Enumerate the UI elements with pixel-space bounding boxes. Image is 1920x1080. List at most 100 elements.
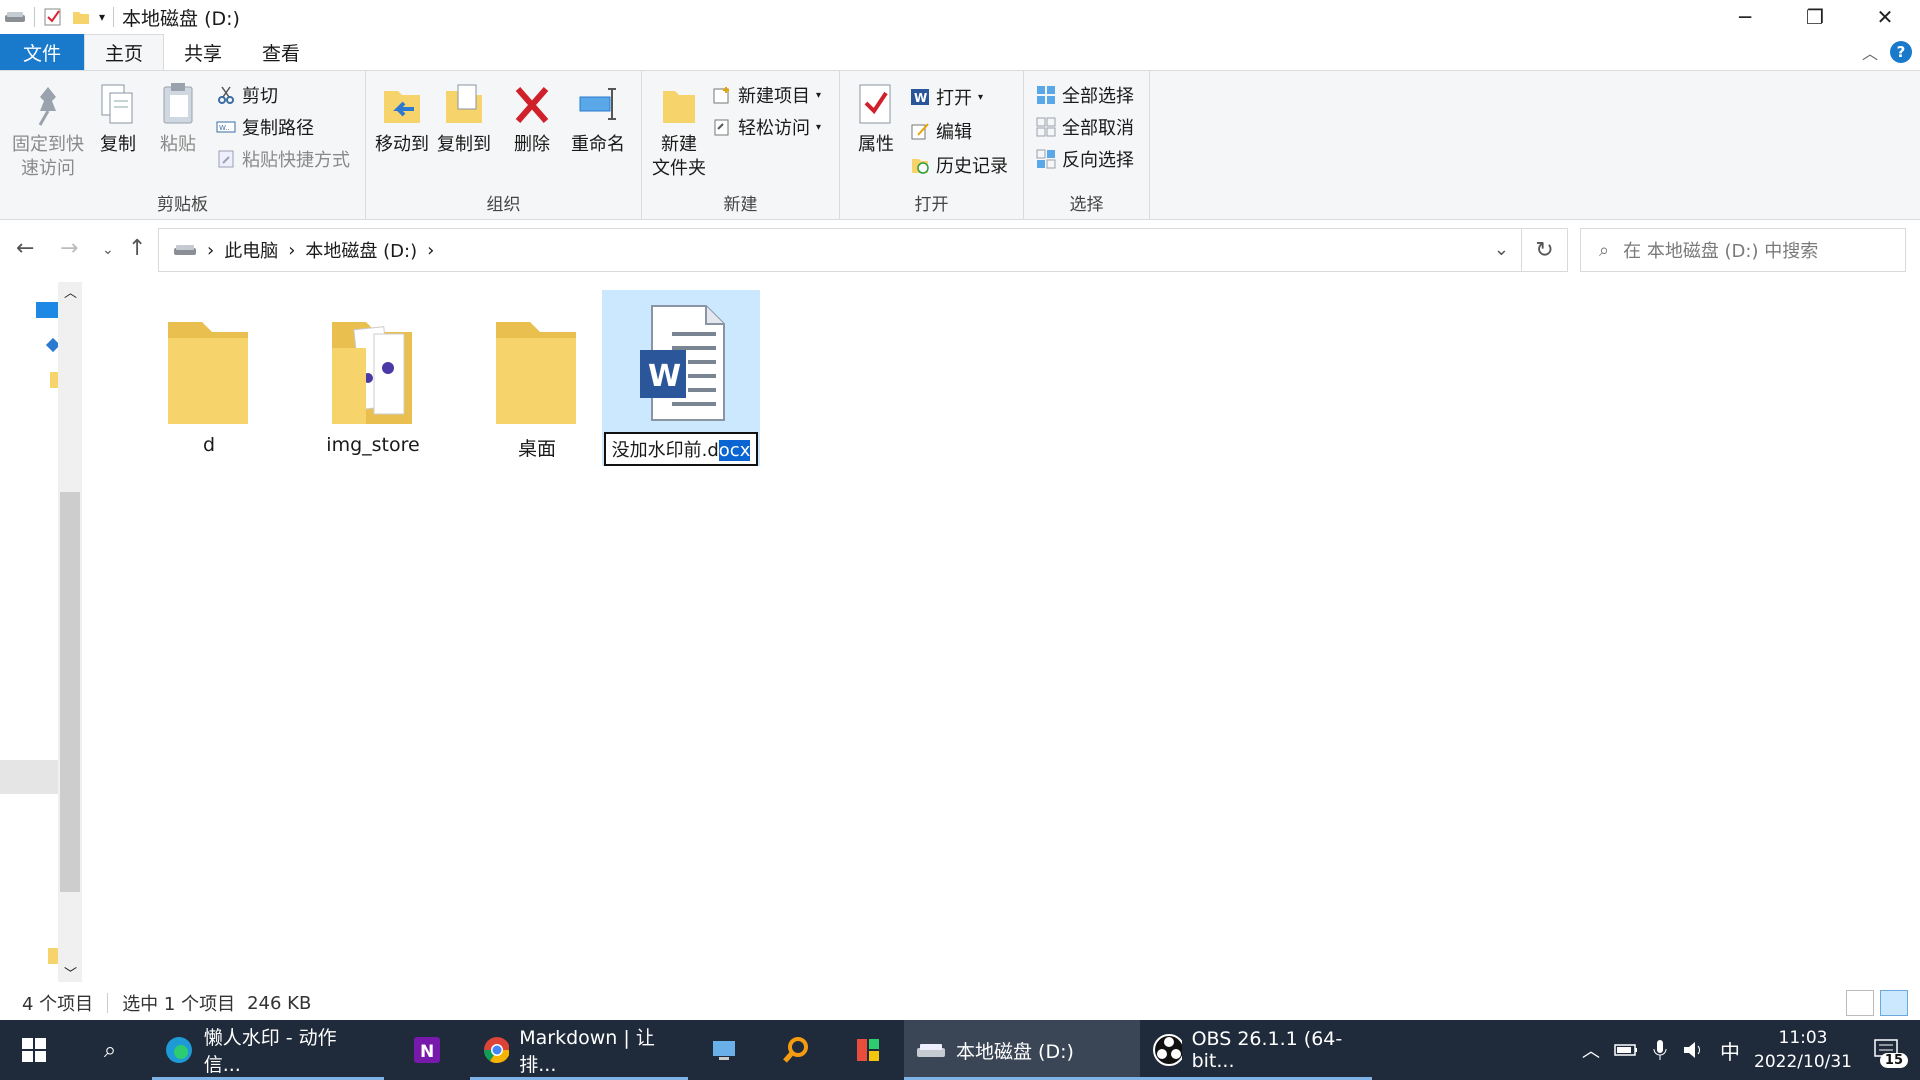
tab-file[interactable]: 文件 [0, 34, 84, 70]
new-item-button[interactable]: 新建项目 ▾ [712, 81, 821, 109]
file-item-word-document[interactable]: W 没加水印前.docx [602, 290, 760, 466]
breadcrumb-separator-icon[interactable]: › [427, 240, 434, 261]
obs-icon [1153, 1034, 1182, 1066]
copy-icon [101, 84, 133, 124]
scroll-down-icon[interactable]: ﹀ [64, 963, 77, 982]
up-arrow-icon[interactable]: ↑ [128, 236, 146, 261]
help-icon[interactable]: ? [1890, 41, 1912, 63]
nav-pane-scrollbar[interactable]: ︿ ﹀ [58, 282, 82, 982]
file-item-folder-desktop[interactable]: 桌面 [458, 290, 616, 466]
copy-button[interactable]: 复制 [92, 81, 144, 157]
edit-label: 编辑 [936, 122, 972, 143]
copy-to-button[interactable]: 复制到 [436, 81, 492, 157]
taskbar-search-button[interactable]: ⌕ [68, 1020, 152, 1080]
copy-to-icon [446, 84, 482, 123]
taskbar: ⌕ 懒人水印 - 动作信... N Markdown | 让排... 本地磁盘 … [0, 1020, 1920, 1080]
cut-label: 剪切 [242, 86, 278, 107]
rename-input[interactable]: 没加水印前.docx [603, 432, 759, 466]
file-item-folder-img-store[interactable]: img_store [294, 290, 452, 466]
breadcrumb-separator-icon[interactable]: › [288, 240, 295, 261]
pin-label-line2: 速访问 [21, 158, 75, 179]
refresh-icon[interactable]: ↻ [1522, 228, 1568, 272]
tab-view[interactable]: 查看 [242, 34, 320, 70]
taskbar-app-colorful[interactable] [832, 1020, 904, 1080]
address-dropdown-icon[interactable]: ⌄ [1494, 239, 1509, 260]
ime-indicator[interactable]: 中 [1720, 1036, 1740, 1065]
microphone-icon[interactable] [1652, 1039, 1668, 1061]
clock[interactable]: 11:03 2022/10/31 [1754, 1026, 1852, 1074]
scroll-up-icon[interactable]: ︿ [64, 282, 77, 301]
large-icons-view-button[interactable] [1880, 990, 1908, 1016]
select-group: 全部选择 全部取消 反向选择 选择 [1024, 71, 1150, 219]
pin-quick-access-button[interactable]: 固定到快 速访问 [8, 81, 88, 181]
paste-shortcut-label: 粘贴快捷方式 [242, 150, 350, 171]
taskbar-app-obs[interactable]: OBS 26.1.1 (64-bit... [1140, 1020, 1372, 1080]
windows-logo-icon [22, 1038, 46, 1062]
minimize-button[interactable]: ─ [1710, 0, 1780, 34]
easy-access-button[interactable]: 轻松访问 ▾ [712, 113, 821, 141]
forward-arrow-icon[interactable]: → [60, 236, 78, 261]
history-icon [912, 159, 929, 174]
restore-button[interactable]: ❐ [1780, 0, 1850, 34]
file-name: 桌面 [517, 438, 556, 460]
select-all-button[interactable]: 全部选择 [1036, 81, 1134, 109]
action-center-button[interactable]: 15 [1866, 1030, 1908, 1070]
move-to-button[interactable]: 移动到 [374, 81, 430, 157]
properties-button[interactable]: 属性 [852, 81, 900, 157]
start-button[interactable] [0, 1020, 68, 1080]
svg-text:W..: W.. [219, 124, 230, 132]
toolbar-separator [34, 7, 35, 27]
breadcrumb-drive-d[interactable]: 本地磁盘 (D:) [305, 237, 417, 263]
breadcrumb-this-pc[interactable]: 此电脑 [224, 237, 278, 263]
volume-icon[interactable] [1682, 1039, 1706, 1061]
tray-overflow-icon[interactable]: ︿ [1582, 1037, 1600, 1063]
details-view-button[interactable] [1846, 990, 1874, 1016]
tab-home[interactable]: 主页 [84, 34, 165, 70]
recent-locations-chevron-icon[interactable]: ⌄ [102, 242, 114, 258]
dropdown-arrow-icon: ▾ [816, 121, 822, 133]
rename-icon [579, 88, 616, 120]
copy-path-button[interactable]: W.. 复制路径 [216, 113, 314, 141]
open-button[interactable]: W 打开 ▾ [910, 83, 983, 111]
nav-item-folder[interactable] [50, 372, 58, 388]
taskbar-app-edge[interactable]: 懒人水印 - 动作信... [152, 1020, 384, 1080]
customize-quick-access-icon[interactable]: ▾ [99, 10, 105, 24]
invert-selection-button[interactable]: 反向选择 [1036, 145, 1134, 173]
new-group: 新建 文件夹 新建项目 ▾ 轻松访问 ▾ 新建 [642, 71, 840, 219]
copy-path-icon: W.. [216, 121, 236, 133]
history-button[interactable]: 历史记录 [910, 151, 1008, 179]
taskbar-app-label: OBS 26.1.1 (64-bit... [1191, 1028, 1343, 1072]
address-bar[interactable]: › 此电脑 › 本地磁盘 (D:) › ⌄ [158, 228, 1522, 272]
taskbar-app-pc[interactable] [688, 1020, 760, 1080]
select-none-button[interactable]: 全部取消 [1036, 113, 1134, 141]
tab-share[interactable]: 共享 [164, 34, 242, 70]
collapse-ribbon-icon[interactable]: ︿ [1862, 40, 1878, 64]
drive-icon [917, 1044, 945, 1057]
taskbar-app-chrome[interactable]: Markdown | 让排... [470, 1020, 688, 1080]
paste-shortcut-button[interactable]: 粘贴快捷方式 [216, 145, 350, 173]
search-icon: ⌕ [103, 1037, 117, 1063]
paste-button[interactable]: 粘贴 [152, 81, 204, 157]
nav-item-bottom-folder[interactable] [48, 948, 58, 964]
properties-quick-icon[interactable] [43, 7, 63, 27]
status-bar: 4 个项目 选中 1 个项目 246 KB [0, 986, 1920, 1020]
rename-button[interactable]: 重命名 [566, 81, 630, 157]
breadcrumb-separator-icon[interactable]: › [207, 240, 214, 261]
taskbar-app-search-tool[interactable] [760, 1020, 832, 1080]
new-folder-quick-icon[interactable] [71, 7, 91, 27]
taskbar-app-onenote[interactable]: N [384, 1020, 470, 1080]
cut-button[interactable]: 剪切 [216, 81, 278, 109]
close-button[interactable]: ✕ [1850, 0, 1920, 34]
delete-button[interactable]: 删除 [506, 81, 558, 157]
search-box[interactable]: ⌕ 在 本地磁盘 (D:) 中搜索 [1580, 228, 1906, 272]
nav-item-quick-access[interactable] [36, 302, 58, 318]
taskbar-app-file-explorer[interactable]: 本地磁盘 (D:) [904, 1020, 1140, 1080]
battery-icon[interactable] [1614, 1041, 1638, 1059]
scroll-thumb[interactable] [60, 492, 80, 892]
file-item-folder-d[interactable]: d [130, 290, 288, 466]
open-label: 打开 [936, 88, 972, 109]
back-arrow-icon[interactable]: ← [16, 236, 34, 261]
edit-button[interactable]: 编辑 [910, 117, 972, 145]
new-folder-button[interactable]: 新建 文件夹 [646, 81, 712, 181]
edit-icon [911, 123, 929, 140]
